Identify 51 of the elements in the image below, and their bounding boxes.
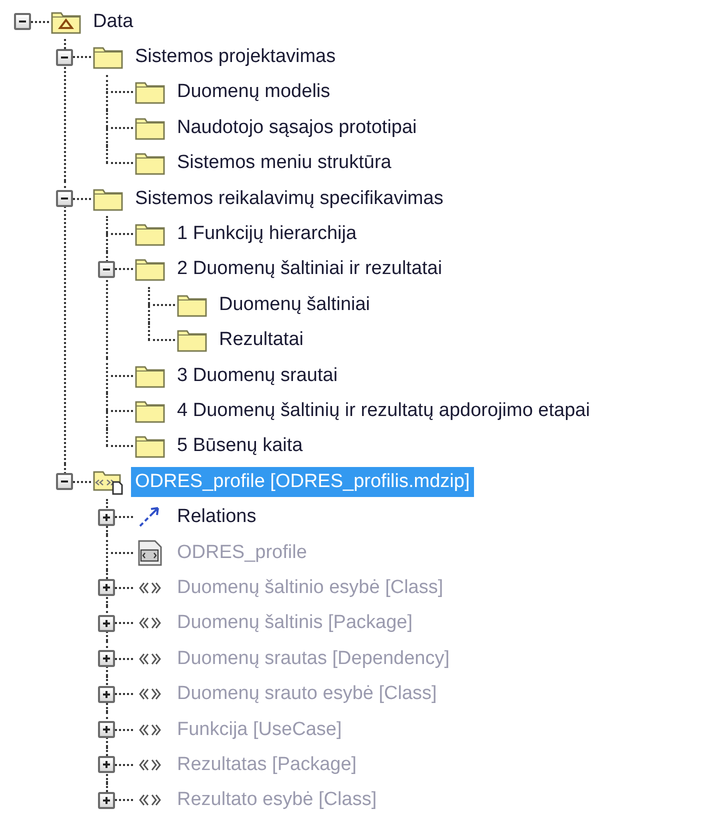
- tree-item[interactable]: 5 Būsenų kaita: [173, 431, 307, 462]
- tree-item[interactable]: 3 Duomenų srautai: [173, 360, 342, 391]
- folder-icon: [93, 186, 123, 211]
- collapse-button[interactable]: [98, 260, 115, 278]
- stereotype-icon: [138, 758, 162, 772]
- profile-package-icon: [93, 468, 123, 495]
- tree-item[interactable]: Duomenų šaltiniai: [215, 290, 374, 320]
- tree-item[interactable]: Sistemos reikalavimų specifikavimas: [131, 184, 448, 214]
- collapse-button[interactable]: [56, 190, 73, 208]
- plus-icon: [101, 512, 112, 523]
- model-folder-icon: [51, 10, 81, 34]
- tree-item[interactable]: Data: [89, 6, 138, 37]
- folder-icon: [135, 434, 165, 458]
- stereotype-icon: [138, 793, 162, 808]
- folder-icon: [135, 222, 165, 246]
- folder-icon: [135, 151, 165, 176]
- plus-icon: [101, 653, 112, 664]
- tree-item[interactable]: Sistemos projektavimas: [131, 42, 340, 72]
- folder-icon: [177, 328, 207, 352]
- plus-icon: [101, 794, 112, 806]
- folder-icon: [135, 80, 165, 104]
- tree-item[interactable]: Rezultatai: [215, 325, 308, 356]
- folder-icon: [93, 45, 123, 70]
- relation-arrow-icon: [138, 506, 162, 528]
- tree-item[interactable]: Duomenų modelis: [173, 77, 334, 108]
- stereotype-icon: [138, 687, 162, 702]
- folder-icon: [177, 292, 207, 317]
- stereotype-icon: [138, 580, 162, 595]
- stereotype-icon: [138, 652, 162, 666]
- collapse-button[interactable]: [56, 473, 73, 490]
- tree-item[interactable]: Naudotojo sąsajos prototipai: [173, 112, 421, 143]
- collapse-button[interactable]: [14, 13, 31, 30]
- folder-icon: [135, 364, 165, 388]
- stereotype-icon: [138, 722, 162, 736]
- stereotype-icon: [138, 616, 162, 630]
- tree-item[interactable]: 1 Funkcijų hierarchija: [173, 219, 361, 250]
- plus-icon: [101, 618, 112, 629]
- tree-item[interactable]: Sistemos meniu struktūra: [173, 148, 396, 178]
- plus-icon: [101, 759, 112, 770]
- expand-button[interactable]: [98, 508, 115, 526]
- tree-item[interactable]: 2 Duomenų šaltiniai ir rezultatai: [173, 254, 446, 284]
- tree-item[interactable]: Relations: [173, 502, 260, 532]
- plus-icon: [101, 688, 112, 700]
- folder-icon: [135, 116, 165, 140]
- collapse-button[interactable]: [56, 48, 73, 66]
- tree-item[interactable]: 4 Duomenų šaltinių ir rezultatų apdorojimo etapai: [173, 396, 594, 426]
- plus-icon: [101, 582, 112, 594]
- folder-icon: [135, 398, 165, 423]
- folder-icon: [135, 257, 165, 282]
- plus-icon: [101, 724, 112, 735]
- diagram-icon: [137, 540, 163, 566]
